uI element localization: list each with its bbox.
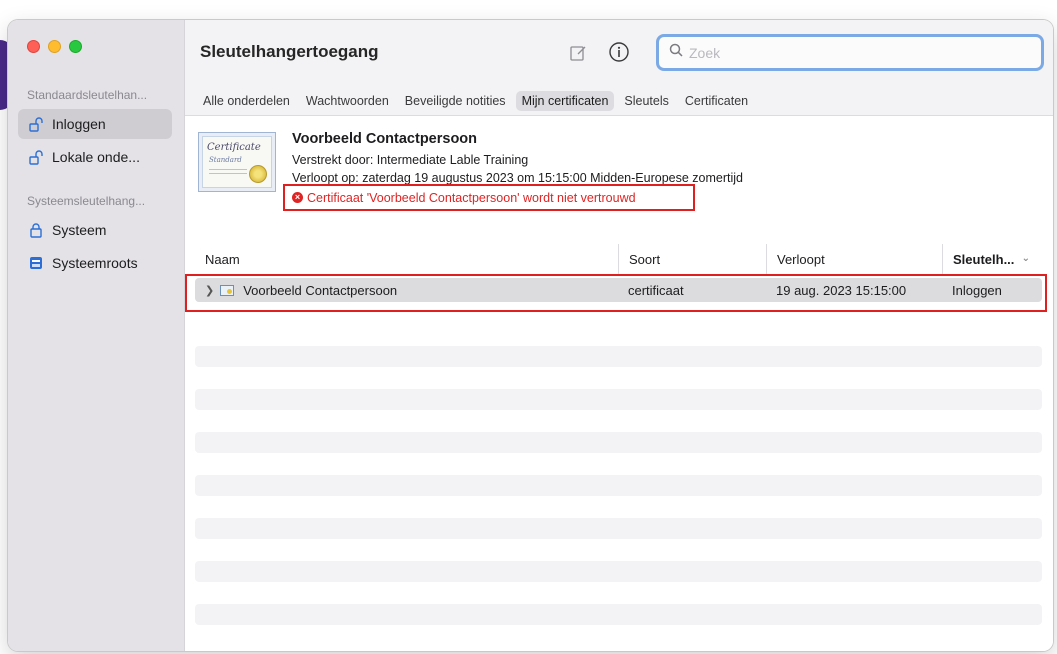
chevron-down-icon: ⌄ xyxy=(1021,253,1030,264)
seal-icon xyxy=(249,165,267,183)
app-title: Sleutelhangertoegang xyxy=(200,42,379,61)
column-header-sleutelhanger[interactable]: Sleutelh... ⌄ xyxy=(942,244,1042,274)
edit-icon[interactable] xyxy=(569,44,587,67)
row-expires: 19 aug. 2023 15:15:00 xyxy=(776,282,907,298)
sidebar-section-default: Standaardsleutelhan... xyxy=(27,88,148,102)
sidebar-section-system: Systeemsleutelhang... xyxy=(27,194,146,208)
tab-alle-onderdelen[interactable]: Alle onderdelen xyxy=(197,91,296,111)
column-header-verloopt[interactable]: Verloopt xyxy=(766,244,942,274)
tab-beveiligde-notities[interactable]: Beveiligde notities xyxy=(399,91,512,111)
empty-row-stripe xyxy=(195,604,1042,625)
window-controls xyxy=(27,40,82,53)
unlock-icon xyxy=(28,116,44,132)
sidebar-item-inloggen[interactable]: Inloggen xyxy=(18,109,172,139)
disclosure-chevron-icon[interactable]: ❯ xyxy=(205,284,214,297)
keychain-window: Standaardsleutelhan... Inloggen Lokale o… xyxy=(8,20,1053,651)
sidebar-item-label: Systeem xyxy=(52,222,107,238)
certificate-title: Voorbeeld Contactpersoon xyxy=(292,131,478,147)
main-content: Sleutelhangertoegang Alle onderdelen Wac… xyxy=(185,20,1053,651)
search-input[interactable] xyxy=(689,44,1009,61)
close-button[interactable] xyxy=(27,40,40,53)
minimize-button[interactable] xyxy=(48,40,61,53)
row-name: Voorbeeld Contactpersoon xyxy=(243,282,398,298)
row-kind: certificaat xyxy=(628,282,684,298)
tab-mijn-certificaten[interactable]: Mijn certificaten xyxy=(515,90,615,111)
sidebar-item-label: Systeemroots xyxy=(52,255,138,271)
zoom-button[interactable] xyxy=(69,40,82,53)
category-tabs: Alle onderdelen Wachtwoorden Beveiligde … xyxy=(185,86,1053,116)
trust-error-box: × Certificaat 'Voorbeeld Contactpersoon'… xyxy=(283,184,695,211)
empty-row-stripe xyxy=(195,389,1042,410)
certificate-icon: Certificate Standard xyxy=(198,132,276,192)
empty-row-stripe xyxy=(195,346,1042,367)
certificate-issuer: Verstrekt door: Intermediate Lable Train… xyxy=(292,153,529,167)
empty-row-stripe xyxy=(195,475,1042,496)
certificate-detail: Certificate Standard Voorbeeld Contactpe… xyxy=(185,116,1053,234)
certificate-expiry: Verloopt op: zaterdag 19 augustus 2023 o… xyxy=(292,171,743,185)
trust-error-message: Certificaat 'Voorbeeld Contactpersoon' w… xyxy=(307,190,636,205)
sidebar-item-label: Lokale onde... xyxy=(52,149,140,165)
sidebar-item-lokale-onderdelen[interactable]: Lokale onde... xyxy=(18,142,172,172)
unlock-icon xyxy=(28,149,44,165)
toolbar: Sleutelhangertoegang xyxy=(185,20,1053,86)
table-row[interactable]: ❯ Voorbeeld Contactpersoon certificaat 1… xyxy=(195,278,1042,302)
error-icon: × xyxy=(292,192,303,203)
tab-wachtwoorden[interactable]: Wachtwoorden xyxy=(300,91,395,111)
search-field[interactable] xyxy=(656,34,1044,71)
tab-sleutels[interactable]: Sleutels xyxy=(618,91,674,111)
column-header-naam[interactable]: Naam xyxy=(195,244,618,274)
table-header: Naam Soort Verloopt Sleutelh... ⌄ xyxy=(195,244,1042,274)
certificate-small-icon xyxy=(220,284,235,296)
empty-row-stripe xyxy=(195,518,1042,539)
empty-row-stripe xyxy=(195,561,1042,582)
row-keychain: Inloggen xyxy=(952,282,1002,298)
empty-row-stripe xyxy=(195,432,1042,453)
search-icon xyxy=(669,43,683,62)
cabinet-icon xyxy=(28,255,44,271)
sidebar-item-systeem[interactable]: Systeem xyxy=(18,215,172,245)
column-header-soort[interactable]: Soort xyxy=(618,244,766,274)
sidebar-item-label: Inloggen xyxy=(52,116,106,132)
lock-icon xyxy=(28,222,44,238)
tab-certificaten[interactable]: Certificaten xyxy=(679,91,754,111)
sidebar-item-systeemroots[interactable]: Systeemroots xyxy=(18,248,172,278)
sidebar: Standaardsleutelhan... Inloggen Lokale o… xyxy=(8,20,185,651)
info-icon[interactable] xyxy=(608,41,630,68)
